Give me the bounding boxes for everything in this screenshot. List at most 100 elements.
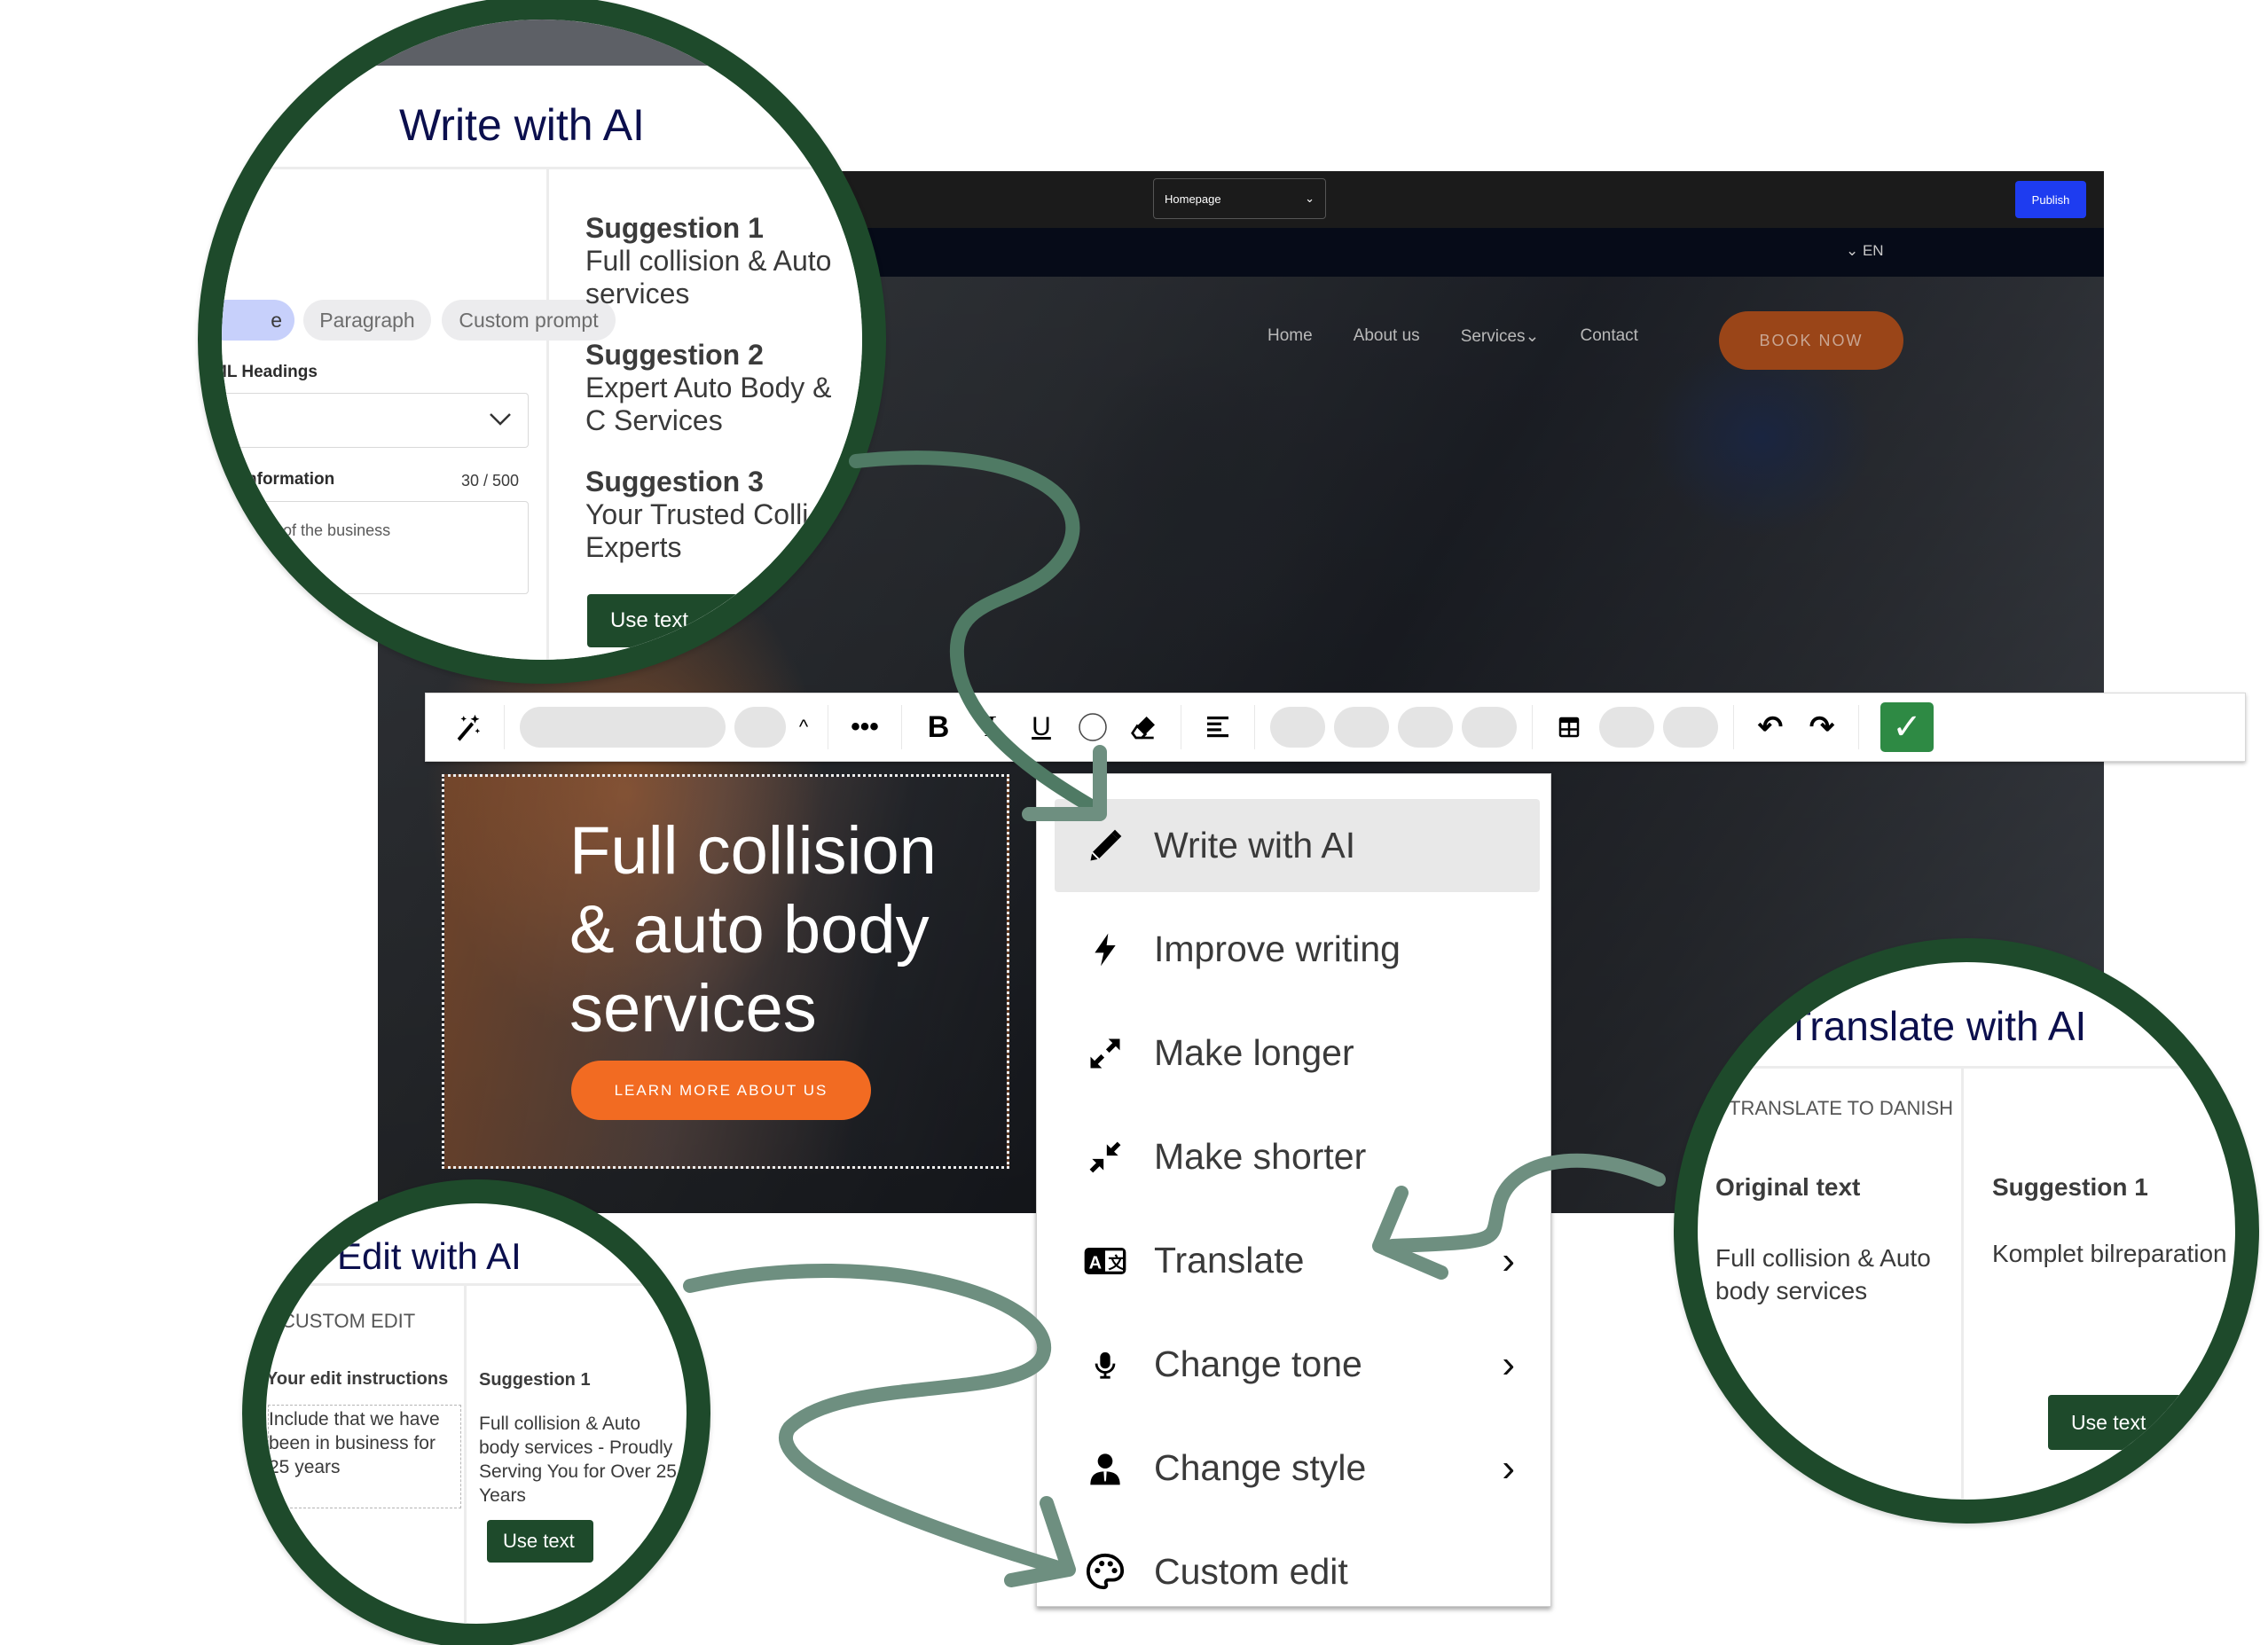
svg-text:A: A bbox=[1089, 1253, 1102, 1273]
menu-item-label: Custom edit bbox=[1154, 1551, 1348, 1592]
panel-divider bbox=[546, 167, 549, 660]
write-with-ai-panel: Write with AI e Paragraph Custom prompt … bbox=[222, 66, 862, 660]
panel-divider bbox=[464, 1283, 467, 1624]
eraser-icon[interactable] bbox=[1118, 701, 1170, 753]
menu-item-custom-edit[interactable]: Custom edit bbox=[1037, 1520, 1550, 1624]
character-counter: 30 / 500 bbox=[461, 472, 520, 490]
page-selector-dropdown[interactable]: Homepage ⌄ bbox=[1153, 178, 1326, 219]
font-size-select[interactable] bbox=[734, 707, 786, 748]
nav-home[interactable]: Home bbox=[1267, 326, 1313, 347]
panel-divider bbox=[266, 1283, 687, 1286]
toolbar-placeholder-button[interactable] bbox=[1270, 707, 1325, 748]
underline-icon[interactable]: U bbox=[1016, 701, 1067, 753]
menu-item-label: Write with AI bbox=[1154, 825, 1356, 866]
suggestion-item[interactable]: Suggestion 2 Expert Auto Body & C Servic… bbox=[585, 339, 862, 437]
ai-actions-menu: Write with AI Improve writing Make longe… bbox=[1036, 773, 1551, 1607]
use-text-button[interactable]: Use text bbox=[587, 594, 738, 647]
nav-services-label: Services bbox=[1460, 327, 1526, 346]
chevron-down-icon: ⌄ bbox=[1525, 327, 1540, 346]
panel-divider bbox=[222, 167, 862, 169]
menu-item-make-longer[interactable]: Make longer bbox=[1037, 1001, 1550, 1105]
suggestion-text: Komplet bilreparation og vedligeholdelse bbox=[1992, 1240, 2259, 1267]
chip-title[interactable]: e bbox=[222, 300, 294, 341]
person-tie-icon bbox=[1081, 1445, 1129, 1492]
menu-item-change-tone[interactable]: Change tone › bbox=[1037, 1312, 1550, 1416]
learn-more-button[interactable]: LEARN MORE ABOUT US bbox=[571, 1061, 871, 1120]
chevron-right-icon: › bbox=[1502, 1238, 1515, 1282]
chevron-down-icon: ⌄ bbox=[1846, 242, 1863, 259]
language-selector[interactable]: ⌄ EN bbox=[1846, 242, 1884, 260]
toolbar-placeholder-button[interactable] bbox=[1599, 707, 1654, 748]
bold-icon[interactable]: B bbox=[913, 701, 964, 753]
original-text: Full collision & Auto body services bbox=[1715, 1244, 1931, 1304]
instructions-input[interactable]: Include that we have been in business fo… bbox=[268, 1405, 461, 1508]
palette-icon bbox=[1081, 1548, 1129, 1596]
suggestion-text: Full collision & Auto services bbox=[585, 245, 832, 309]
headings-label: ML Headings bbox=[213, 363, 318, 381]
toolbar-divider bbox=[504, 705, 505, 749]
expand-arrows-icon bbox=[1081, 1030, 1129, 1077]
suggestion-heading: Suggestion 3 bbox=[585, 466, 764, 497]
toolbar-divider bbox=[1254, 705, 1255, 749]
menu-item-label: Improve writing bbox=[1154, 928, 1401, 969]
menu-item-label: Change style bbox=[1154, 1447, 1367, 1488]
magic-wand-icon[interactable] bbox=[442, 701, 493, 753]
background-photo-strip bbox=[222, 20, 862, 66]
align-left-icon[interactable] bbox=[1192, 701, 1244, 753]
headings-select[interactable] bbox=[222, 393, 529, 448]
suggestion-item[interactable]: Suggestion 3 Your Trusted Colli Experts bbox=[585, 466, 862, 564]
table-icon[interactable] bbox=[1543, 701, 1595, 753]
chevron-right-icon: › bbox=[1502, 1445, 1515, 1490]
suggestion-item[interactable]: Suggestion 1 Full collision & Auto servi… bbox=[585, 212, 862, 310]
pencil-icon bbox=[1081, 822, 1129, 870]
toolbar-divider bbox=[1733, 705, 1734, 749]
use-text-button[interactable]: Use text bbox=[2048, 1395, 2199, 1450]
confirm-button[interactable]: ✓ bbox=[1880, 702, 1934, 752]
additional-info-textarea[interactable]: n title of the business bbox=[222, 501, 529, 594]
toolbar-placeholder-button[interactable] bbox=[1462, 707, 1517, 748]
textarea-value: n title of the business bbox=[240, 521, 391, 539]
toolbar-placeholder-button[interactable] bbox=[1334, 707, 1389, 748]
font-family-select[interactable] bbox=[520, 707, 726, 748]
toolbar-divider bbox=[1858, 705, 1859, 749]
page-selector-value: Homepage bbox=[1165, 192, 1221, 206]
menu-item-label: Make shorter bbox=[1154, 1136, 1367, 1177]
translate-with-ai-panel: Translate with AI TRANSLATE TO DANISH Or… bbox=[1698, 962, 2235, 1500]
publish-button[interactable]: Publish bbox=[2015, 181, 2086, 218]
collapse-arrows-icon bbox=[1081, 1133, 1129, 1181]
menu-item-change-style[interactable]: Change style › bbox=[1037, 1416, 1550, 1520]
suggestion-text: Full collision & Auto body services - Pr… bbox=[479, 1414, 677, 1506]
panel-title: Translate with AI bbox=[1786, 1003, 2087, 1049]
chevron-right-icon: › bbox=[1502, 1342, 1515, 1386]
write-with-ai-zoom: Write with AI e Paragraph Custom prompt … bbox=[198, 0, 886, 684]
menu-item-write-with-ai[interactable]: Write with AI bbox=[1037, 794, 1550, 897]
toolbar-placeholder-button[interactable] bbox=[1663, 707, 1718, 748]
menu-item-make-shorter[interactable]: Make shorter bbox=[1037, 1105, 1550, 1209]
use-text-button[interactable]: Use text bbox=[487, 1520, 593, 1563]
panel-title: Write with AI bbox=[399, 100, 645, 150]
text-color-icon[interactable] bbox=[1067, 701, 1118, 753]
menu-item-improve-writing[interactable]: Improve writing bbox=[1037, 897, 1550, 1001]
suggestion-heading: Suggestion 2 bbox=[585, 339, 764, 371]
undo-icon[interactable]: ↶ bbox=[1745, 701, 1796, 753]
italic-icon[interactable]: I bbox=[964, 701, 1016, 753]
menu-item-translate[interactable]: A文 Translate › bbox=[1037, 1209, 1550, 1312]
site-nav: Home About us Services⌄ Contact bbox=[1267, 326, 1638, 347]
hero-title[interactable]: Full collision & auto body services bbox=[569, 811, 995, 1048]
instructions-label: Your edit instructions bbox=[266, 1369, 449, 1389]
additional-info-label: nal information bbox=[213, 470, 335, 489]
nav-services[interactable]: Services⌄ bbox=[1461, 326, 1540, 347]
suggestions-list: Suggestion 1 Full collision & Auto servi… bbox=[585, 212, 862, 564]
book-now-button[interactable]: BOOK NOW bbox=[1719, 311, 1903, 370]
chevron-down-icon: ⌄ bbox=[1305, 192, 1314, 205]
suggestion-heading: Suggestion 1 bbox=[479, 1370, 591, 1390]
toolbar-placeholder-button[interactable] bbox=[1398, 707, 1453, 748]
checkmark-icon: ✓ bbox=[1892, 708, 1922, 747]
more-options-icon[interactable]: ••• bbox=[839, 701, 891, 753]
chip-paragraph[interactable]: Paragraph bbox=[303, 300, 431, 341]
suggestion-heading: Suggestion 1 bbox=[585, 212, 764, 244]
nav-contact[interactable]: Contact bbox=[1580, 326, 1637, 347]
redo-icon[interactable]: ↷ bbox=[1796, 701, 1848, 753]
caret-up-icon[interactable]: ^ bbox=[790, 701, 817, 753]
nav-about[interactable]: About us bbox=[1354, 326, 1420, 347]
